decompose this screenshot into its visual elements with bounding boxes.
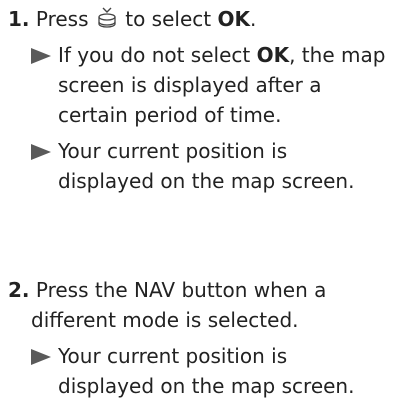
triangle-bullet-icon <box>31 144 51 160</box>
bullet-2-text: Your current position is displayed on th… <box>58 139 355 193</box>
interface-dial-press-icon <box>98 7 116 28</box>
step-2-bullet-1-text: Your current position is displayed on th… <box>58 344 355 398</box>
step-1-end: . <box>249 7 257 31</box>
step-1-bullet-1: If you do not select OK, the map screen … <box>31 40 389 130</box>
step-1: 1. Press to select OK. If you do not sel… <box>8 4 389 202</box>
step-2-bullets: Your current position is displayed on th… <box>8 341 389 401</box>
bullet-1-ok-word: OK <box>256 43 290 67</box>
step-1-text-after: to select <box>125 7 212 31</box>
step-1-bullet-2: Your current position is displayed on th… <box>31 136 389 196</box>
step-1-ok-word: OK <box>217 7 250 31</box>
triangle-bullet-icon <box>31 349 51 365</box>
step-2-text-line-1: Press the NAV button when a <box>35 278 327 302</box>
step-1-text-before: Press <box>35 7 89 31</box>
step-1-bullets: If you do not select OK, the map screen … <box>8 40 389 196</box>
step-2-instruction-line-2: different mode is selected. <box>31 308 299 332</box>
step-1-number: 1. <box>8 7 30 31</box>
step-1-instruction: 1. Press to select OK. <box>8 4 389 34</box>
step-2-bullet-1: Your current position is displayed on th… <box>31 341 389 401</box>
bullet-1-text-before: If you do not select <box>58 43 251 67</box>
step-2-number: 2. <box>8 278 30 302</box>
step-2-instruction-line-1: 2. Press the NAV button when a <box>8 275 389 305</box>
step-2: 2. Press the NAV button when a different… <box>8 275 389 407</box>
triangle-bullet-icon <box>31 48 51 64</box>
